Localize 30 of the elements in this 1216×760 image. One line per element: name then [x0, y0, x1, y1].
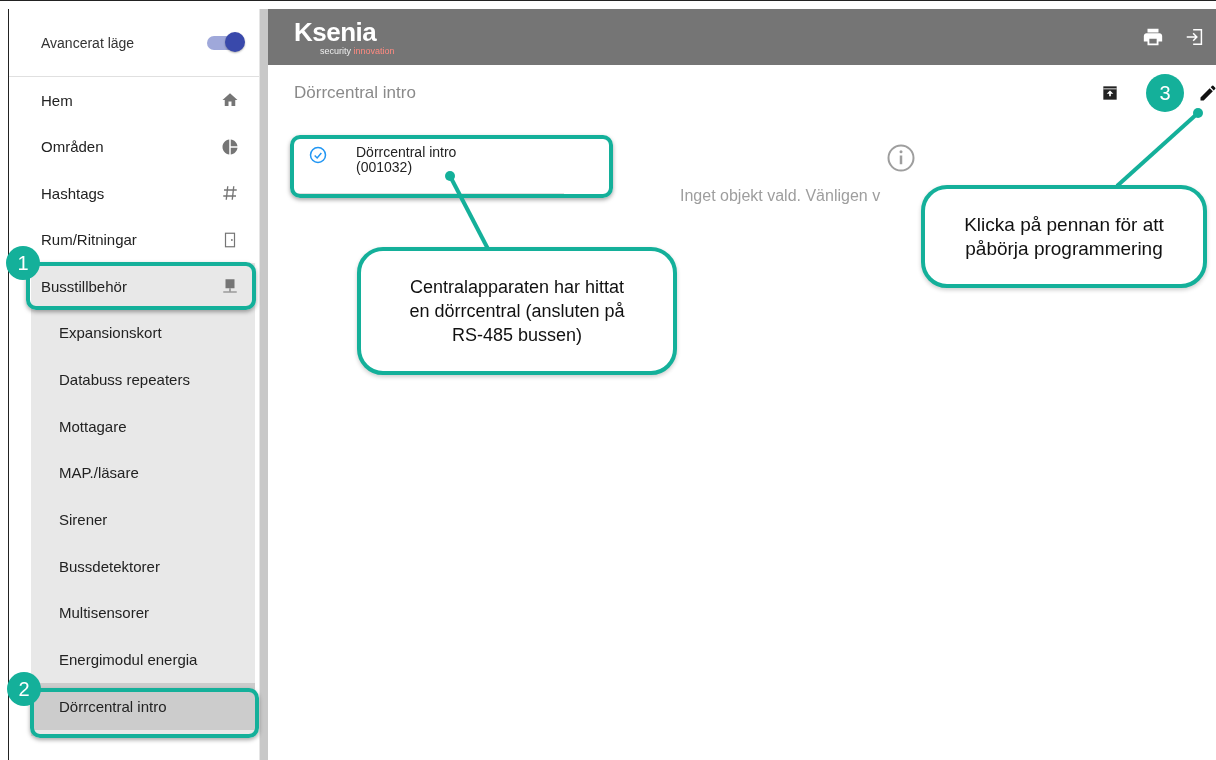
device-row[interactable]: Dörrcentral intro (001032) — [292, 121, 564, 175]
sidebar-subitem[interactable]: Sirener — [31, 496, 255, 543]
sidebar-subitem[interactable]: Expansionskort — [31, 309, 255, 357]
annotation-callout: Klicka på pennan för att påbörja programmering — [921, 185, 1207, 288]
scrollbar[interactable] — [259, 9, 268, 760]
page-title: Dörrcentral intro — [294, 83, 416, 103]
device-name: Dörrcentral intro — [356, 145, 457, 160]
logo-tagline: security innovation — [320, 46, 395, 56]
network-icon — [221, 277, 239, 296]
sidebar-item[interactable]: Områden — [9, 123, 259, 170]
hashtag-icon — [221, 184, 239, 203]
toggle-switch[interactable] — [207, 35, 243, 50]
upload-box-icon[interactable] — [1100, 83, 1120, 103]
toggle-label: Avancerat läge — [41, 34, 135, 51]
device-code: (001032) — [356, 160, 414, 175]
sidebar-item[interactable]: Hem — [9, 77, 259, 124]
print-icon[interactable] — [1142, 26, 1164, 48]
info-icon — [886, 143, 916, 173]
sidebar-subitem[interactable]: MAP./läsare — [31, 449, 255, 497]
edit-icon[interactable] — [1198, 83, 1216, 103]
step-badge: 3 — [1146, 74, 1184, 112]
sidebar-item[interactable]: Hashtags — [9, 170, 259, 217]
sidebar-subitem[interactable]: Databuss repeaters — [31, 356, 255, 403]
sidebar-subitem[interactable]: Bussdetektorer — [31, 542, 255, 590]
annotation-callout: Centralapparaten har hittat en dörrcentral (ansluten på RS-485 bussen) — [357, 247, 677, 375]
logo: Ksenia — [294, 18, 378, 46]
sidebar-subitem[interactable]: Mottagare — [31, 402, 255, 450]
empty-message: Inget objekt vald. Vänligen v — [680, 187, 881, 205]
sidebar-subitem[interactable]: Multisensorer — [31, 589, 255, 637]
pie-chart-icon — [221, 137, 239, 156]
